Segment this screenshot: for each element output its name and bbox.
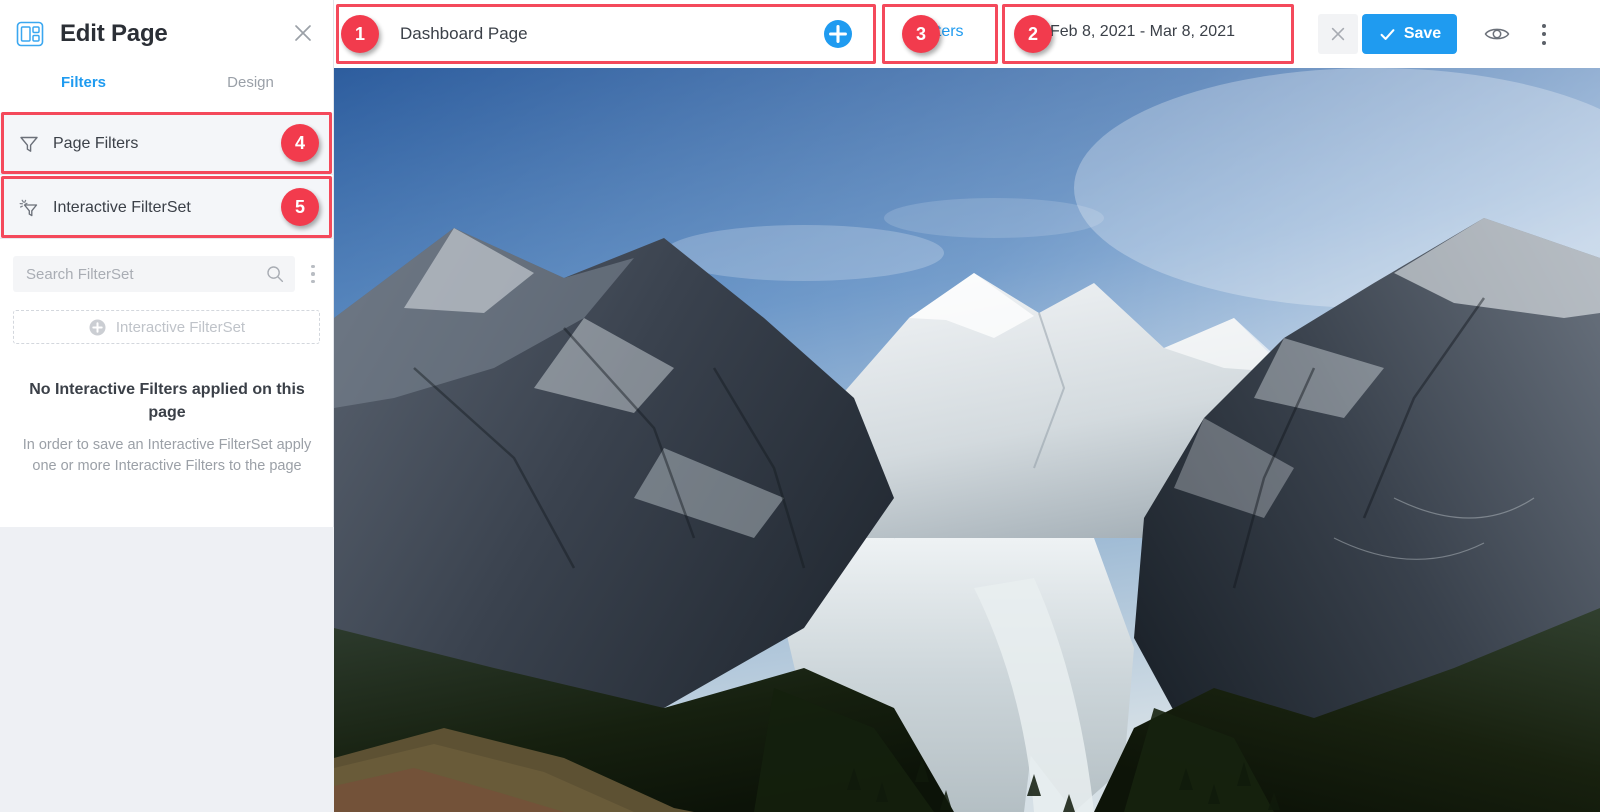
- cancel-button[interactable]: [1318, 14, 1358, 54]
- empty-state-title: No Interactive Filters applied on this p…: [29, 381, 305, 421]
- more-options-kebab-icon[interactable]: [1530, 14, 1558, 54]
- add-widget-button[interactable]: [822, 18, 854, 50]
- sidebar-tabs: Filters Design: [0, 68, 334, 111]
- mountain-valley-photo: [334, 68, 1600, 812]
- search-filterset-box[interactable]: [13, 256, 295, 292]
- add-interactive-filterset-button[interactable]: Interactive FilterSet: [13, 310, 320, 344]
- date-range-field[interactable]: Feb 8, 2021 - Mar 8, 2021: [1050, 23, 1235, 41]
- search-row: [0, 252, 334, 296]
- page-filters-label: Page Filters: [53, 134, 139, 152]
- tab-design[interactable]: Design: [167, 68, 334, 91]
- search-icon[interactable]: [265, 264, 285, 284]
- layout-page-icon: [14, 18, 46, 50]
- filterset-menu-kebab-icon[interactable]: [302, 259, 324, 289]
- funnel-icon: [17, 132, 41, 156]
- save-button-label: Save: [1403, 25, 1442, 42]
- top-toolbar: Dashboard Page Filters Feb 8, 2021 - Mar…: [334, 0, 1600, 68]
- filters-link[interactable]: Filters: [920, 23, 964, 41]
- sparkle-funnel-icon: [17, 196, 41, 220]
- save-button[interactable]: Save: [1362, 14, 1457, 54]
- check-icon: [1380, 28, 1395, 40]
- add-interactive-filterset-label: Interactive FilterSet: [115, 318, 246, 336]
- edit-page-sidebar: Edit Page Filters Design Page Filters In…: [0, 0, 334, 812]
- page-canvas: [334, 68, 1600, 812]
- plus-circle-icon: [88, 318, 107, 337]
- tab-filters[interactable]: Filters: [0, 68, 167, 91]
- empty-state-description: In order to save an Interactive FilterSe…: [22, 437, 312, 474]
- interactive-filterset-label: Interactive FilterSet: [53, 198, 191, 216]
- page-filters-row[interactable]: Page Filters: [0, 113, 333, 175]
- close-icon[interactable]: [290, 20, 316, 46]
- sidebar-header: Edit Page: [0, 0, 334, 68]
- page-title: Edit Page: [60, 20, 168, 47]
- interactive-filterset-row[interactable]: Interactive FilterSet: [0, 177, 333, 239]
- app-root: Edit Page Filters Design Page Filters In…: [0, 0, 1600, 812]
- page-name-field[interactable]: Dashboard Page: [400, 24, 528, 44]
- search-input[interactable]: [13, 257, 253, 291]
- preview-eye-icon[interactable]: [1482, 19, 1512, 49]
